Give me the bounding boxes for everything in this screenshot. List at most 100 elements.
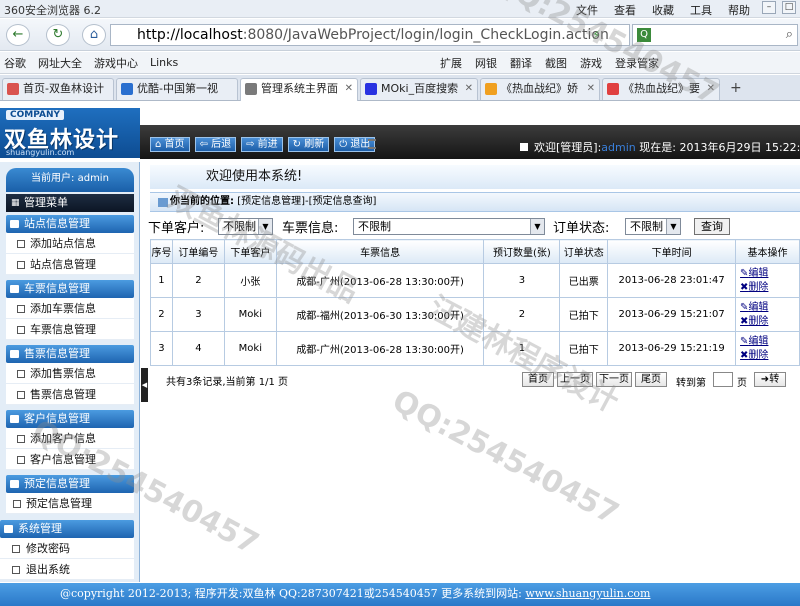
- customer-select[interactable]: 不限制 ▼: [218, 218, 273, 235]
- table-header-row: 序号 订单编号 下单客户 车票信息 预订数量(张) 订单状态 下单时间 基本操作: [150, 239, 800, 264]
- prev-page-button[interactable]: 上一页: [557, 372, 593, 387]
- sidebar-section-customer[interactable]: 客户信息管理: [6, 410, 134, 428]
- delete-link[interactable]: 删除: [748, 350, 768, 361]
- toolbar-games[interactable]: 游戏: [580, 55, 602, 71]
- tab-label: 《热血战纪》要: [623, 82, 700, 95]
- toolbar-banking[interactable]: 网银: [475, 55, 497, 71]
- browser-search-box[interactable]: Q ⌕: [632, 24, 798, 46]
- status-filter-label: 订单状态:: [553, 221, 610, 236]
- bookmark-links[interactable]: Links: [150, 56, 178, 69]
- menu-favorites[interactable]: 收藏: [652, 2, 674, 18]
- search-icon[interactable]: ⌕: [786, 27, 793, 42]
- sidebar-section-station[interactable]: 站点信息管理: [6, 215, 134, 233]
- sidebar-item-add-sale[interactable]: 添加售票信息: [6, 363, 134, 384]
- ticket-select[interactable]: 不限制 ▼: [353, 218, 545, 235]
- sidebar-item-logout[interactable]: 退出系统: [0, 559, 134, 580]
- back-arrow-icon[interactable]: ←: [6, 24, 30, 46]
- section-icon: [10, 480, 19, 488]
- last-page-button[interactable]: 尾页: [635, 372, 667, 387]
- browser-title: 360安全浏览器 6.2: [4, 4, 101, 17]
- tab-youku[interactable]: 优酷-中国第一视: [116, 78, 238, 100]
- lightning-icon[interactable]: ⚡: [592, 28, 600, 42]
- edit-link[interactable]: 编辑: [748, 268, 768, 279]
- minimize-icon[interactable]: –: [762, 1, 776, 14]
- tab-game-2[interactable]: 《热血战纪》要 ✕: [602, 78, 720, 100]
- home-button[interactable]: ⌂ 首页: [150, 137, 190, 152]
- site-favicon-icon: [607, 83, 619, 95]
- current-time: 现在是: 2013年6月29日 15:22:30: [639, 141, 800, 154]
- toolbar-extensions[interactable]: 扩展: [440, 55, 462, 71]
- go-button[interactable]: ➜转: [754, 372, 786, 387]
- sidebar-item-change-password[interactable]: 修改密码: [0, 538, 134, 559]
- footer-site-link[interactable]: www.shuangyulin.com: [525, 587, 650, 600]
- search-engine-icon[interactable]: Q: [637, 28, 651, 42]
- menu-help[interactable]: 帮助: [728, 2, 750, 18]
- sidebar-item-add-station[interactable]: 添加站点信息: [6, 233, 134, 254]
- tab-label: 管理系统主界面: [261, 82, 338, 95]
- sidebar-item-sale-manage[interactable]: 售票信息管理: [6, 384, 134, 405]
- window-controls: – □: [762, 1, 796, 14]
- sidebar-item-customer-manage[interactable]: 客户信息管理: [6, 449, 134, 470]
- tab-admin-main[interactable]: 管理系统主界面 ✕: [240, 78, 358, 101]
- edit-link[interactable]: 编辑: [748, 336, 768, 347]
- logo: COMPANY 双鱼林设计 shuangyulin.com: [0, 108, 140, 158]
- close-tab-icon[interactable]: ✕: [587, 79, 595, 99]
- home-icon[interactable]: ⌂: [82, 24, 106, 46]
- next-page-button[interactable]: 下一页: [596, 372, 632, 387]
- item-icon: [12, 545, 20, 553]
- delete-link[interactable]: 删除: [748, 316, 768, 327]
- delete-link[interactable]: 删除: [748, 282, 768, 293]
- tab-home[interactable]: 首页-双鱼林设计: [2, 78, 114, 100]
- status-select[interactable]: 不限制 ▼: [625, 218, 681, 235]
- query-button[interactable]: 查询: [694, 218, 730, 235]
- bookmark-google[interactable]: 谷歌: [4, 55, 26, 71]
- close-tab-icon[interactable]: ✕: [465, 79, 473, 99]
- col-header-quantity: 预订数量(张): [483, 239, 561, 264]
- tab-baidu[interactable]: MOki_百度搜索 ✕: [360, 78, 478, 100]
- toolbar-login-manager[interactable]: 登录管家: [615, 55, 659, 71]
- sidebar-item-reservation-manage[interactable]: 预定信息管理: [6, 493, 134, 514]
- site-favicon-icon: [365, 83, 377, 95]
- new-tab-icon[interactable]: +: [730, 80, 742, 96]
- bookmark-web-directory[interactable]: 网址大全: [38, 55, 82, 71]
- menu-file[interactable]: 文件: [576, 2, 598, 18]
- toolbar-translate[interactable]: 翻译: [510, 55, 532, 71]
- cell-actions: ✎编辑 ✖删除: [735, 263, 800, 298]
- refresh-icon[interactable]: ↻: [46, 24, 70, 46]
- col-header-ticket: 车票信息: [275, 239, 485, 264]
- sidebar-section-system[interactable]: 系统管理: [0, 520, 134, 538]
- item-icon: [17, 456, 25, 464]
- sidebar-section-sale[interactable]: 售票信息管理: [6, 345, 134, 363]
- maximize-icon[interactable]: □: [782, 1, 796, 14]
- breadcrumb: 你当前的位置: [预定信息管理]-[预定信息查询]: [150, 192, 800, 212]
- sidebar-item-station-manage[interactable]: 站点信息管理: [6, 254, 134, 275]
- menu-view[interactable]: 查看: [614, 2, 636, 18]
- customer-filter-label: 下单客户:: [148, 221, 205, 236]
- tab-game-1[interactable]: 《热血战纪》娇 ✕: [480, 78, 600, 100]
- site-favicon-icon: [7, 83, 19, 95]
- site-favicon-icon: [485, 83, 497, 95]
- close-tab-icon[interactable]: ✕: [345, 79, 353, 99]
- sidebar-section-ticket[interactable]: 车票信息管理: [6, 280, 134, 298]
- bookmark-game-center[interactable]: 游戏中心: [94, 55, 138, 71]
- page-number-input[interactable]: [713, 372, 733, 387]
- cell-quantity: 2: [483, 297, 561, 332]
- address-bar[interactable]: http://localhost:8080/JavaWebProject/log…: [110, 24, 630, 46]
- cell-status: 已拍下: [559, 297, 609, 332]
- menu-tools[interactable]: 工具: [690, 2, 712, 18]
- sidebar-item-add-ticket[interactable]: 添加车票信息: [6, 298, 134, 319]
- toolbar-screenshot[interactable]: 截图: [545, 55, 567, 71]
- col-header-actions: 基本操作: [735, 239, 800, 264]
- refresh-button[interactable]: ↻ 刷新: [287, 137, 330, 152]
- sidebar-item-ticket-manage[interactable]: 车票信息管理: [6, 319, 134, 340]
- edit-link[interactable]: 编辑: [748, 302, 768, 313]
- cell-order-id: 2: [171, 263, 225, 298]
- menu-icon[interactable]: [368, 139, 376, 149]
- first-page-button[interactable]: 首页: [522, 372, 554, 387]
- forward-button[interactable]: ⇨ 前进: [241, 137, 283, 152]
- sidebar-item-add-customer[interactable]: 添加客户信息: [6, 428, 134, 449]
- close-tab-icon[interactable]: ✕: [707, 79, 715, 99]
- sidebar-section-reservation[interactable]: 预定信息管理: [6, 475, 134, 493]
- sidebar-collapse-handle[interactable]: ◀: [141, 368, 148, 402]
- back-button[interactable]: ⇦ 后退: [194, 137, 237, 152]
